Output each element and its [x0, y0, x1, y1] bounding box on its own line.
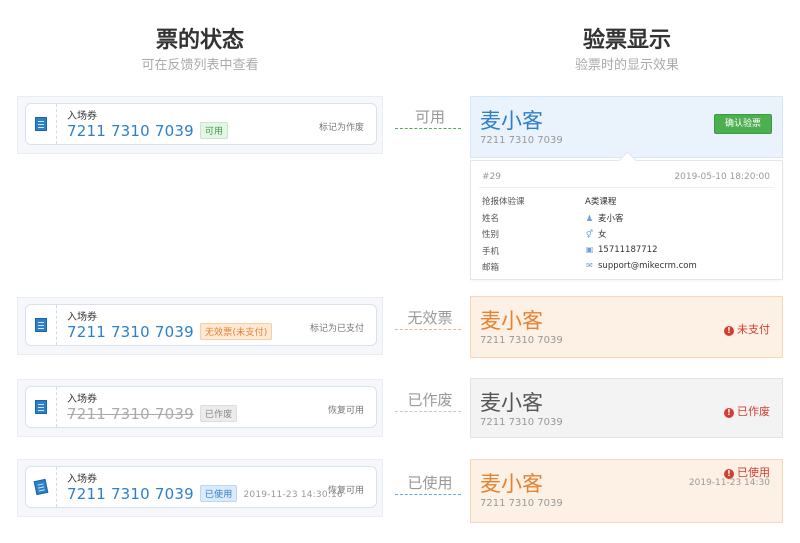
- detail-row-phone: 手机 ▣ 15711187712: [482, 245, 772, 259]
- connector-line: [395, 411, 461, 412]
- ticket-icon: [35, 400, 47, 414]
- alert-icon: !: [724, 326, 734, 336]
- field-label: 手机: [482, 247, 500, 257]
- ticket-number: 7211 7310 7039: [480, 417, 563, 428]
- attendee-name: 麦小客: [480, 309, 543, 333]
- ticket-label: 入场券: [67, 312, 97, 323]
- field-label: 抢报体验课: [482, 197, 525, 207]
- ticket-card[interactable]: 入场券 7211 7310 7039 已作废 恢复可用: [25, 386, 377, 428]
- ticket-stub: [26, 305, 57, 345]
- status-indicator: ! 已作废: [724, 403, 770, 419]
- confirm-verify-button[interactable]: 确认验票: [714, 114, 772, 134]
- attendee-name: 麦小客: [480, 391, 543, 415]
- status-tag: 已使用: [199, 485, 238, 502]
- ticket-row-voided: 入场券 7211 7310 7039 已作废 恢复可用: [17, 379, 383, 437]
- right-subtitle: 验票时的显示效果: [574, 58, 679, 73]
- ticket-row-available: 入场券 7211 7310 7039 可用 标记为作废: [17, 96, 383, 154]
- detail-row-email: 邮箱 ✉ support@mikecrm.com: [482, 261, 772, 275]
- attendee-details-card: #29 2019-05-10 18:20:00 抢报体验课 A类课程 姓名 ♟ 麦…: [470, 160, 783, 280]
- connector-line: [395, 494, 461, 495]
- ticket-card[interactable]: 入场券 7211 7310 7039 无效票(未支付) 标记为已支付: [25, 304, 377, 346]
- ticket-number: 7211 7310 7039: [480, 335, 563, 346]
- ticket-icon: [33, 478, 49, 496]
- user-icon: ♟: [585, 214, 594, 223]
- status-indicator: ! 未支付: [724, 321, 770, 337]
- detail-row-name: 姓名 ♟ 麦小客: [482, 212, 772, 226]
- field-value: A类课程: [585, 197, 617, 207]
- field-label: 性别: [482, 230, 500, 240]
- alert-icon: !: [724, 408, 734, 418]
- gender-icon: ⚥: [585, 230, 594, 239]
- ticket-row-invalid: 入场券 7211 7310 7039 无效票(未支付) 标记为已支付: [17, 297, 383, 355]
- restore-link[interactable]: 恢复可用: [328, 483, 364, 496]
- ticket-label: 入场券: [67, 111, 97, 122]
- used-time: 2019-11-23 14:30: [688, 478, 770, 488]
- ticket-stub: [26, 387, 57, 427]
- connector-label-invalid: 无效票: [407, 309, 453, 327]
- status-tag: 无效票(未支付): [199, 323, 273, 340]
- verify-panel-used: 麦小客 7211 7310 7039 ! 已使用 2019-11-23 14:30: [470, 459, 783, 523]
- right-title: 验票显示: [582, 28, 671, 53]
- ticket-number: 7211 7310 7039: [480, 135, 563, 146]
- ticket-number: 7211 7310 7039 已作废: [67, 405, 238, 423]
- phone-icon: ▣: [585, 245, 594, 254]
- ticket-number: 7211 7310 7039 无效票(未支付): [67, 323, 273, 341]
- submission-id: #29: [482, 172, 501, 182]
- verify-panel-available: 麦小客 7211 7310 7039 确认验票: [470, 96, 783, 158]
- field-value: 15711187712: [598, 245, 658, 255]
- mail-icon: ✉: [586, 261, 593, 270]
- attendee-name: 麦小客: [480, 109, 543, 133]
- ticket-row-used: 入场券 7211 7310 7039 已使用 2019-11-23 14:30:16…: [17, 459, 383, 517]
- ticket-icon: [35, 117, 47, 131]
- ticket-number: 7211 7310 7039 已使用 2019-11-23 14:30:16: [67, 485, 343, 503]
- ticket-number: 7211 7310 7039: [480, 498, 563, 509]
- connector-line: [395, 128, 461, 129]
- connector-label-voided: 已作废: [407, 391, 453, 409]
- mark-paid-link[interactable]: 标记为已支付: [310, 321, 364, 334]
- connector-label-used: 已使用: [407, 474, 453, 492]
- field-value: 女: [598, 230, 607, 240]
- field-label: 邮箱: [482, 263, 500, 273]
- detail-row-gender: 性别 ⚥ 女: [482, 228, 772, 242]
- left-title: 票的状态: [155, 28, 244, 53]
- connector-line: [395, 329, 461, 330]
- status-tag: 已作废: [199, 405, 238, 422]
- field-value: 麦小客: [598, 214, 624, 224]
- status-tag: 可用: [199, 122, 229, 139]
- submission-date: 2019-05-10 18:20:00: [674, 172, 770, 182]
- ticket-stub: [26, 467, 57, 507]
- attendee-name: 麦小客: [480, 472, 543, 496]
- ticket-stub: [26, 104, 57, 144]
- ticket-number: 7211 7310 7039 可用: [67, 122, 229, 140]
- verify-panel-voided: 麦小客 7211 7310 7039 ! 已作废: [470, 378, 783, 438]
- ticket-card[interactable]: 入场券 7211 7310 7039 可用 标记为作废: [25, 103, 377, 145]
- mark-void-link[interactable]: 标记为作废: [319, 120, 364, 133]
- ticket-icon: [35, 318, 47, 332]
- ticket-label: 入场券: [67, 474, 97, 485]
- ticket-label: 入场券: [67, 394, 97, 405]
- connector-label-available: 可用: [414, 108, 445, 126]
- field-label: 姓名: [482, 214, 500, 224]
- detail-row-course: 抢报体验课 A类课程: [482, 195, 772, 209]
- field-value: support@mikecrm.com: [598, 261, 697, 271]
- ticket-card[interactable]: 入场券 7211 7310 7039 已使用 2019-11-23 14:30:16…: [25, 466, 377, 508]
- left-subtitle: 可在反馈列表中查看: [141, 58, 259, 73]
- verify-panel-invalid: 麦小客 7211 7310 7039 ! 未支付: [470, 296, 783, 358]
- restore-link[interactable]: 恢复可用: [328, 403, 364, 416]
- divider: [479, 187, 774, 188]
